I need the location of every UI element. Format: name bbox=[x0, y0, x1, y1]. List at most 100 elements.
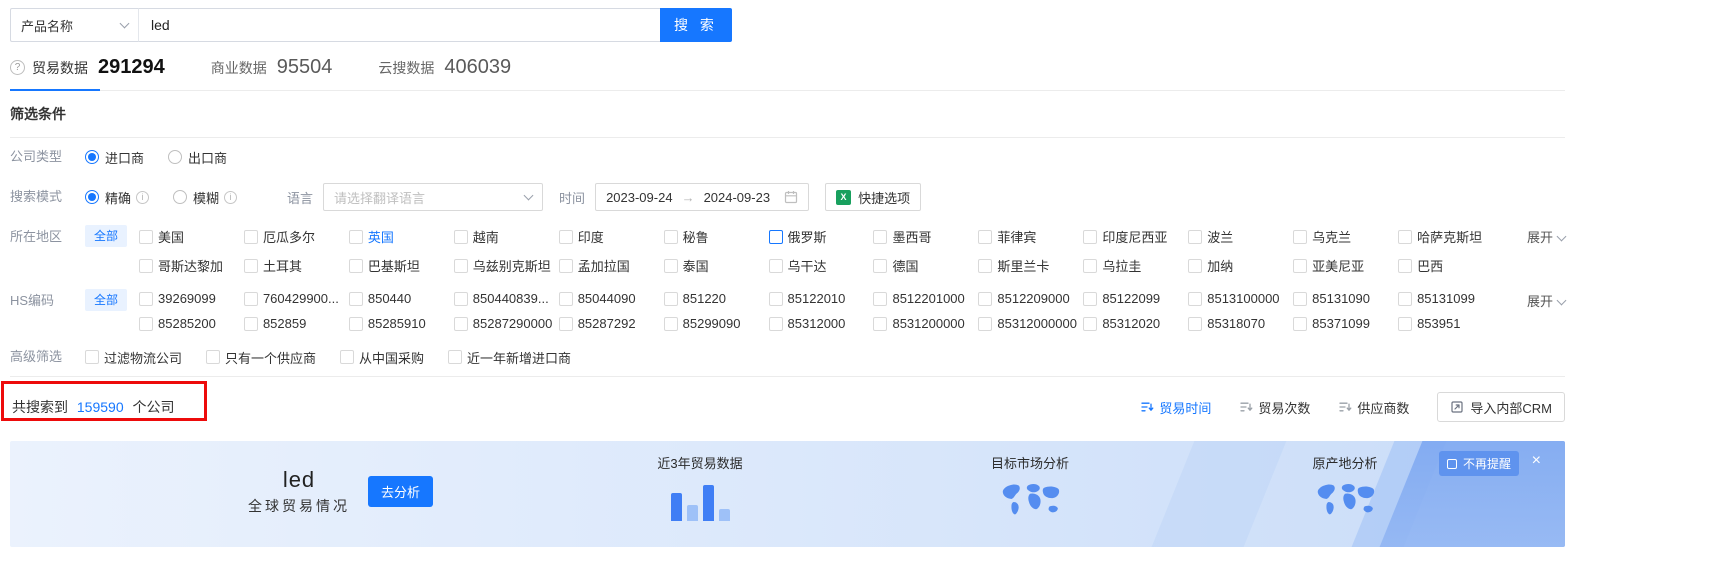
hs-code-checkbox[interactable]: 851220 bbox=[663, 291, 769, 306]
hs-code-checkbox[interactable]: 85285910 bbox=[348, 316, 454, 331]
checkbox-icon bbox=[1188, 258, 1203, 273]
hs-code-checkbox[interactable]: 8513100000 bbox=[1188, 291, 1293, 306]
hs-code-checkbox[interactable]: 8512201000 bbox=[873, 291, 978, 306]
radio-option[interactable]: 进口商 bbox=[85, 148, 144, 167]
region-checkbox[interactable]: 墨西哥 bbox=[873, 227, 978, 246]
checkbox-label: 85122010 bbox=[787, 291, 846, 306]
checkbox-label: 巴西 bbox=[1417, 259, 1444, 274]
hs-code-checkbox[interactable]: 85131090 bbox=[1293, 291, 1398, 306]
advanced-checkbox[interactable]: 从中国采购 bbox=[340, 348, 424, 367]
hs-expand-link[interactable]: 展开 bbox=[1503, 289, 1567, 313]
sort-option[interactable]: 供应商数 bbox=[1338, 398, 1409, 417]
region-checkbox[interactable]: 乌克兰 bbox=[1293, 227, 1398, 246]
hs-code-checkbox[interactable]: 85312020 bbox=[1083, 316, 1188, 331]
advanced-checkbox[interactable]: 只有一个供应商 bbox=[206, 348, 316, 367]
region-checkbox[interactable]: 泰国 bbox=[663, 256, 769, 275]
tab-cloud-search-data[interactable]: 云搜数据 406039 bbox=[378, 56, 511, 90]
hs-code-checkbox[interactable]: 85122010 bbox=[768, 291, 874, 306]
checkbox-label: 853951 bbox=[1417, 316, 1461, 331]
advanced-checkbox[interactable]: 过滤物流公司 bbox=[85, 348, 182, 367]
region-checkbox[interactable]: 波兰 bbox=[1188, 227, 1293, 246]
region-checkbox[interactable]: 巴基斯坦 bbox=[348, 256, 454, 275]
region-checkbox[interactable]: 乌干达 bbox=[768, 256, 874, 275]
hs-code-checkbox[interactable]: 850440 bbox=[348, 291, 454, 306]
region-checkbox[interactable]: 哈萨克斯坦 bbox=[1398, 227, 1503, 246]
import-crm-button[interactable]: 导入内部CRM bbox=[1437, 392, 1565, 422]
hs-code-checkbox[interactable]: 85287290000 bbox=[453, 316, 559, 331]
hs-code-checkbox[interactable]: 850440839... bbox=[453, 291, 559, 306]
region-checkbox[interactable]: 土耳其 bbox=[243, 256, 349, 275]
info-icon[interactable]: i bbox=[136, 190, 150, 204]
search-button[interactable]: 搜 索 bbox=[660, 8, 732, 42]
hs-code-checkbox[interactable]: 8531200000 bbox=[873, 316, 978, 331]
hs-code-checkbox[interactable]: 853951 bbox=[1398, 316, 1503, 331]
radio-option[interactable]: 精确 i bbox=[85, 188, 150, 207]
analysis-promo-banner: led 全球贸易情况 去分析 近3年贸易数据 目标市场分析 原产地分析 不再提醒… bbox=[10, 441, 1565, 547]
checkbox-label: 德国 bbox=[892, 259, 919, 274]
hs-code-checkbox[interactable]: 85131099 bbox=[1398, 291, 1503, 306]
hs-all-chip[interactable]: 全部 bbox=[85, 289, 128, 311]
region-checkbox[interactable]: 印度尼西亚 bbox=[1083, 227, 1188, 246]
hs-code-checkbox[interactable]: 39269099 bbox=[139, 291, 244, 306]
region-checkbox[interactable]: 巴西 bbox=[1398, 256, 1503, 275]
search-bar: 产品名称 搜 索 bbox=[10, 8, 732, 42]
language-select[interactable]: 请选择翻译语言 bbox=[323, 183, 544, 211]
results-summary: 共搜索到 159590 个公司 bbox=[10, 397, 175, 417]
hs-code-checkbox[interactable]: 760429900... bbox=[243, 291, 349, 306]
checkbox-label: 厄瓜多尔 bbox=[262, 230, 315, 245]
region-checkbox[interactable]: 孟加拉国 bbox=[558, 256, 664, 275]
checkbox-label: 852859 bbox=[262, 316, 307, 331]
radio-option[interactable]: 出口商 bbox=[168, 148, 227, 167]
region-checkbox[interactable]: 亚美尼亚 bbox=[1293, 256, 1398, 275]
checkbox-label: 85287290000 bbox=[472, 316, 553, 331]
advanced-checkbox[interactable]: 近一年新增进口商 bbox=[448, 348, 571, 367]
close-icon[interactable]: × bbox=[1532, 451, 1541, 470]
region-checkbox[interactable]: 加纳 bbox=[1188, 256, 1293, 275]
region-checkbox[interactable]: 印度 bbox=[558, 227, 664, 246]
checkbox-label: 从中国采购 bbox=[359, 350, 425, 366]
hs-code-checkbox[interactable]: 852859 bbox=[243, 316, 349, 331]
checkbox-label: 851220 bbox=[682, 291, 727, 306]
region-checkbox[interactable]: 厄瓜多尔 bbox=[243, 227, 349, 246]
region-checkbox[interactable]: 菲律宾 bbox=[978, 227, 1083, 246]
region-checkbox[interactable]: 越南 bbox=[453, 227, 559, 246]
tab-business-data[interactable]: 商业数据 95504 bbox=[211, 56, 333, 90]
dismiss-reminder-button[interactable]: 不再提醒 bbox=[1438, 451, 1519, 476]
region-all-chip[interactable]: 全部 bbox=[85, 225, 128, 247]
hs-code-checkbox[interactable]: 85122099 bbox=[1083, 291, 1188, 306]
region-checkbox[interactable]: 哥斯达黎加 bbox=[139, 256, 244, 275]
tab-trade-data[interactable]: ? 贸易数据 291294 bbox=[10, 56, 165, 91]
region-checkbox[interactable]: 俄罗斯 bbox=[768, 227, 874, 246]
hs-code-checkbox[interactable]: 85299090 bbox=[663, 316, 769, 331]
help-icon[interactable]: ? bbox=[10, 60, 25, 75]
date-range-picker[interactable]: 2023-09-24 → 2024-09-23 bbox=[595, 183, 810, 211]
sort-option[interactable]: 贸易时间 bbox=[1140, 398, 1211, 417]
info-icon[interactable]: i bbox=[224, 190, 238, 204]
hs-code-checkbox[interactable]: 85312000 bbox=[768, 316, 874, 331]
region-checkbox[interactable]: 美国 bbox=[139, 227, 244, 246]
hs-code-checkbox[interactable]: 85287292 bbox=[558, 316, 664, 331]
hs-code-checkbox[interactable]: 8512209000 bbox=[978, 291, 1083, 306]
region-checkbox[interactable]: 英国 bbox=[348, 227, 454, 246]
region-expand-link[interactable]: 展开 bbox=[1503, 225, 1567, 249]
radio-icon bbox=[173, 190, 188, 204]
quick-options-button[interactable]: X 快捷选项 bbox=[825, 183, 922, 211]
region-checkbox[interactable]: 乌拉圭 bbox=[1083, 256, 1188, 275]
hs-code-checkbox[interactable]: 85318070 bbox=[1188, 316, 1293, 331]
region-checkbox[interactable]: 秘鲁 bbox=[663, 227, 769, 246]
hs-code-checkbox[interactable]: 85312000000 bbox=[978, 316, 1083, 331]
region-checkbox[interactable]: 德国 bbox=[873, 256, 978, 275]
region-checkbox[interactable]: 乌兹别克斯坦 bbox=[453, 256, 559, 275]
checkbox-icon bbox=[243, 316, 258, 331]
search-category-select[interactable]: 产品名称 bbox=[10, 8, 138, 42]
search-input[interactable] bbox=[138, 8, 660, 42]
hs-code-checkbox[interactable]: 85285200 bbox=[139, 316, 244, 331]
checkbox-label: 印度尼西亚 bbox=[1102, 230, 1168, 245]
sort-option[interactable]: 贸易次数 bbox=[1239, 398, 1310, 417]
results-suffix: 个公司 bbox=[132, 399, 175, 415]
radio-option[interactable]: 模糊 i bbox=[173, 188, 238, 207]
hs-code-checkbox[interactable]: 85371099 bbox=[1293, 316, 1398, 331]
hs-code-checkbox[interactable]: 85044090 bbox=[558, 291, 664, 306]
region-checkbox[interactable]: 斯里兰卡 bbox=[978, 256, 1083, 275]
analyze-button[interactable]: 去分析 bbox=[368, 476, 434, 508]
